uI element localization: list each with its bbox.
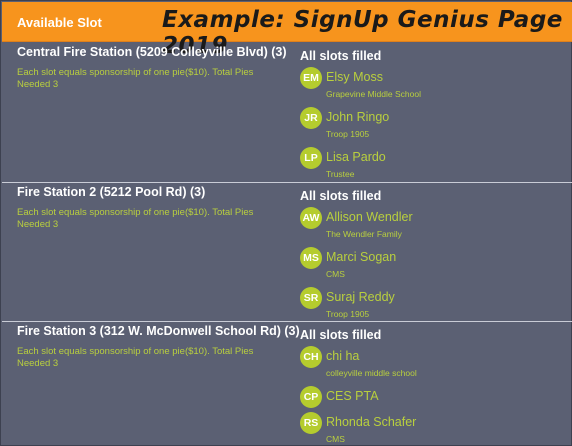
slot-status: All slots filled <box>300 189 382 203</box>
participant-name[interactable]: CES PTA <box>326 389 379 403</box>
participant-org: colleyville middle school <box>326 368 417 378</box>
participant-org: Troop 1905 <box>326 309 370 319</box>
avatar: AW <box>300 207 322 229</box>
participant-name[interactable]: Suraj Reddy <box>326 290 395 304</box>
slot-status: All slots filled <box>300 328 382 342</box>
participant-name[interactable]: Elsy Moss <box>326 70 383 84</box>
slot-row: Central Fire Station (5209 Colleyville B… <box>2 43 572 183</box>
participant-name[interactable]: John Ringo <box>326 110 389 124</box>
participant-org: Grapevine Middle School <box>326 89 421 99</box>
avatar: JR <box>300 107 322 129</box>
slot-title: Fire Station 3 (312 W. McDonwell School … <box>17 324 300 338</box>
slot-title: Fire Station 2 (5212 Pool Rd) (3) <box>17 185 206 199</box>
participant: RS Rhonda Schafer CMS <box>300 412 560 446</box>
slot-row: Fire Station 3 (312 W. McDonwell School … <box>2 322 572 446</box>
participant-org: Troop 1905 <box>326 129 370 139</box>
slot-description: Each slot equals sponsorship of one pie(… <box>17 346 254 369</box>
participant: AW Allison Wendler The Wendler Family <box>300 207 560 245</box>
slot-row: Fire Station 2 (5212 Pool Rd) (3) Each s… <box>2 183 572 321</box>
slot-title: Central Fire Station (5209 Colleyville B… <box>17 45 287 59</box>
avatar: RS <box>300 412 322 434</box>
participant-org: The Wendler Family <box>326 229 402 239</box>
participant-org: CMS <box>326 434 345 444</box>
participant-name[interactable]: Marci Sogan <box>326 250 396 264</box>
avatar: CH <box>300 346 322 368</box>
avatar: MS <box>300 247 322 269</box>
participant-name[interactable]: Allison Wendler <box>326 210 413 224</box>
participant-org: Trustee <box>326 169 355 179</box>
participant-org: CMS <box>326 269 345 279</box>
participant: EM Elsy Moss Grapevine Middle School <box>300 67 560 105</box>
slot-description: Each slot equals sponsorship of one pie(… <box>17 207 254 230</box>
participant: CH chi ha colleyville middle school <box>300 346 560 384</box>
avatar: EM <box>300 67 322 89</box>
participant-name[interactable]: Lisa Pardo <box>326 150 386 164</box>
participant: MS Marci Sogan CMS <box>300 247 560 285</box>
slot-description: Each slot equals sponsorship of one pie(… <box>17 67 254 90</box>
participant: SR Suraj Reddy Troop 1905 <box>300 287 560 325</box>
participant: LP Lisa Pardo Trustee <box>300 147 560 185</box>
header-bar: Available Slot Example: SignUp Genius Pa… <box>2 2 572 59</box>
avatar: CP <box>300 386 322 408</box>
signup-page: Available Slot Example: SignUp Genius Pa… <box>0 0 572 446</box>
avatar: SR <box>300 287 322 309</box>
participant-name[interactable]: chi ha <box>326 349 359 363</box>
participant-name[interactable]: Rhonda Schafer <box>326 415 416 429</box>
slot-status: All slots filled <box>300 49 382 63</box>
available-slot-label: Available Slot <box>17 15 102 30</box>
avatar: LP <box>300 147 322 169</box>
participant: JR John Ringo Troop 1905 <box>300 107 560 145</box>
